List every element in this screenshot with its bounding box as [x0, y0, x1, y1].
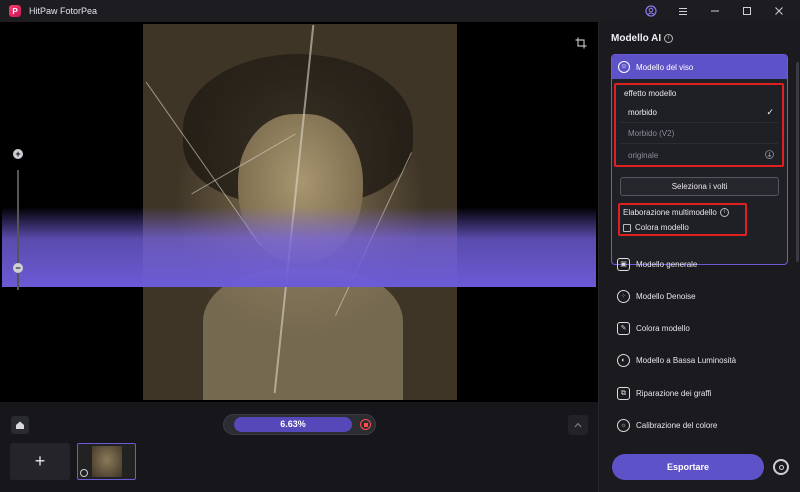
- download-icon[interactable]: [765, 149, 774, 161]
- status-icon: [80, 469, 88, 477]
- effect-option-soft-v2[interactable]: Morbido (V2): [620, 124, 778, 144]
- home-icon[interactable]: [11, 416, 29, 434]
- colorize-checkbox-label: Colora modello: [635, 223, 689, 232]
- select-faces-button[interactable]: Seleziona i volti: [620, 177, 779, 196]
- colorize-checkbox[interactable]: [623, 223, 631, 232]
- half-circle-icon: ◐: [617, 353, 630, 367]
- bottom-bar: 6.63% +: [0, 402, 598, 492]
- app-title: HitPaw FotorPea: [29, 6, 98, 16]
- model-general[interactable]: ▣ Modello generale: [611, 254, 788, 274]
- model-low-light[interactable]: ◐ Modello a Bassa Luminosità: [611, 350, 788, 370]
- zoom-out-icon[interactable]: −: [13, 263, 23, 273]
- stop-icon[interactable]: [360, 419, 371, 430]
- image-thumbnail[interactable]: [77, 443, 136, 480]
- ai-model-panel: Modello AI i ☺ Modello del viso effetto m…: [598, 22, 800, 492]
- effect-model-label: effetto modello: [624, 89, 677, 98]
- user-icon[interactable]: [643, 3, 659, 19]
- panel-scrollbar[interactable]: [796, 62, 799, 262]
- face-model-card: ☺ Modello del viso effetto modello morbi…: [611, 54, 788, 265]
- check-icon: ✓: [766, 107, 774, 117]
- model-color-calibration[interactable]: ☼ Calibrazione del colore: [611, 415, 788, 435]
- effect-model-group: effetto modello morbido ✓ Morbido (V2) o…: [614, 83, 784, 167]
- maximize-icon[interactable]: [739, 3, 755, 19]
- title-bar: P HitPaw FotorPea: [0, 0, 800, 22]
- progress-bar: 6.63%: [223, 414, 376, 435]
- crop-icon[interactable]: [575, 37, 587, 49]
- progress-text: 6.63%: [280, 419, 306, 429]
- face-model-label: Modello del viso: [636, 62, 694, 72]
- zoom-in-icon[interactable]: +: [13, 149, 23, 159]
- model-scratch-repair[interactable]: ⧉ Riparazione dei graffi: [611, 383, 788, 403]
- image-canvas[interactable]: + −: [0, 22, 598, 402]
- scratch-repair-icon: ⧉: [617, 386, 630, 400]
- image-icon: ▣: [617, 257, 630, 271]
- effect-option-soft[interactable]: morbido ✓: [620, 103, 778, 123]
- info-icon[interactable]: i: [664, 33, 674, 43]
- chevron-up-icon[interactable]: [568, 415, 588, 435]
- add-image-button[interactable]: +: [10, 443, 70, 480]
- multi-model-label: Elaborazione multimodello i: [623, 208, 729, 218]
- effect-option-original[interactable]: originale: [620, 145, 778, 165]
- panel-title: Modello AI i: [611, 33, 674, 44]
- denoise-icon: ⁘: [617, 289, 630, 303]
- close-icon[interactable]: [771, 3, 787, 19]
- model-denoise[interactable]: ⁘ Modello Denoise: [611, 286, 788, 306]
- export-button[interactable]: Esportare: [612, 454, 764, 480]
- face-icon: ☺: [618, 61, 630, 73]
- minimize-icon[interactable]: [707, 3, 723, 19]
- app-logo: P: [9, 5, 21, 17]
- menu-icon[interactable]: [675, 3, 691, 19]
- multi-model-group: Elaborazione multimodello i Colora modell…: [618, 203, 747, 236]
- gear-icon[interactable]: [773, 459, 789, 475]
- face-model-header[interactable]: ☺ Modello del viso: [612, 55, 787, 79]
- info-icon[interactable]: i: [719, 208, 729, 218]
- model-colorize[interactable]: ✎ Colora modello: [611, 318, 788, 338]
- sun-icon: ☼: [617, 418, 630, 432]
- colorize-checkbox-row[interactable]: Colora modello: [623, 223, 689, 232]
- palette-icon: ✎: [617, 321, 630, 335]
- processing-scan-overlay: [2, 207, 596, 287]
